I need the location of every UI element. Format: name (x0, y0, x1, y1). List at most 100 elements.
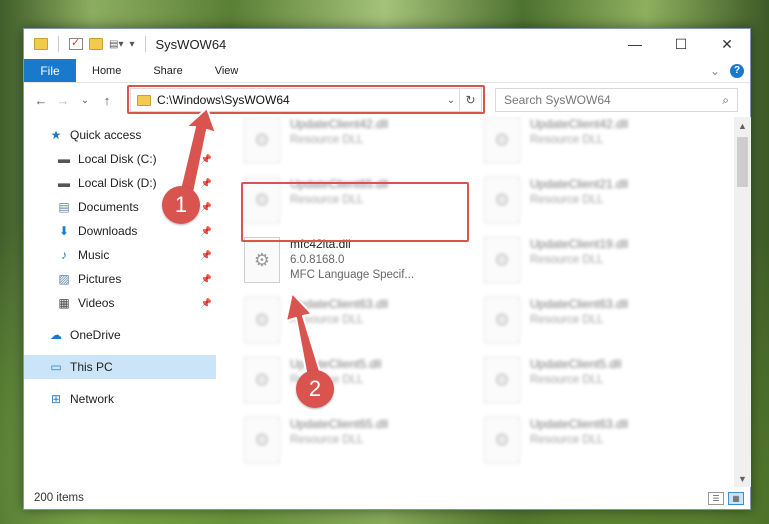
file-name: UpdateClient65.dll (290, 417, 389, 431)
sidebar-item-quick-access[interactable]: ★ Quick access (24, 123, 216, 147)
file-item[interactable]: ⚙ UpdateClient19.dll Resource DLL (484, 233, 704, 291)
file-description: Resource DLL (530, 134, 604, 146)
scrollbar-thumb[interactable] (737, 137, 748, 187)
toolbar-dropdown-icon[interactable]: ▾ (129, 39, 134, 50)
sidebar-item-label: Local Disk (C:) (78, 152, 157, 166)
scroll-down-icon[interactable]: ▼ (734, 470, 751, 487)
drive-icon: ▬ (58, 176, 70, 190)
large-icons-view-icon[interactable]: ▦ (728, 491, 744, 505)
videos-icon: ▦ (58, 296, 70, 310)
music-icon: ♪ (61, 248, 67, 262)
tab-share[interactable]: Share (137, 59, 198, 82)
tab-file[interactable]: File (24, 59, 76, 82)
file-item[interactable]: ⚙ UpdateClient63.dll Resource DLL (244, 293, 464, 351)
file-meta: UpdateClient63.dll Resource DLL (530, 413, 628, 446)
title-bar: ▤▾ ▾ SysWOW64 — ☐ ✕ (24, 29, 750, 59)
sidebar-item-onedrive[interactable]: ☁ OneDrive (24, 323, 216, 347)
file-item[interactable]: ⚙ UpdateClient21.dll Resource DLL (484, 173, 704, 231)
dll-file-icon: ⚙ (244, 237, 280, 283)
file-description: Resource DLL (530, 254, 604, 266)
sidebar-item-this-pc[interactable]: ▭ This PC (24, 355, 216, 379)
sidebar-item-label: Videos (78, 296, 115, 310)
pin-icon[interactable]: 📌 (201, 250, 212, 261)
pin-icon[interactable]: 📌 (201, 202, 212, 213)
sidebar-item-label: Network (70, 392, 115, 406)
back-button[interactable]: ← (30, 93, 52, 108)
documents-icon: ▤ (58, 200, 70, 214)
dll-file-icon: ⚙ (244, 117, 280, 163)
file-list: ⚙ UpdateClient42.dll Resource DLL ⚙ UpdateCl… (229, 117, 734, 487)
ribbon-right: ⌄ ? (710, 59, 750, 82)
download-icon: ⬇ (58, 224, 70, 238)
sidebar-item-music[interactable]: ♪ Music 📌 (24, 243, 216, 267)
scroll-up-icon[interactable]: ▲ (734, 117, 751, 134)
file-description: 6.0.8168.0 (290, 254, 345, 266)
quick-access-toolbar: ▤▾ ▾ (24, 36, 150, 52)
file-item[interactable]: ⚙UpdateClient5.dllResource DLL (484, 353, 704, 411)
file-meta: UpdateClient42.dll Resource DLL (290, 117, 388, 146)
search-icon[interactable]: ⌕ (722, 93, 729, 108)
sidebar-item-label: Downloads (78, 224, 138, 238)
pin-icon[interactable]: 📌 (201, 178, 212, 189)
minimize-button[interactable]: — (612, 29, 658, 59)
window-controls: — ☐ ✕ (612, 29, 750, 59)
file-name: UpdateClient42.dll (530, 117, 629, 131)
properties-icon[interactable] (69, 36, 83, 50)
file-name: UpdateClient19.dll (530, 237, 629, 251)
file-item[interactable]: ⚙ UpdateClient65.dll Resource DLL (244, 413, 464, 471)
explorer-window: ▤▾ ▾ SysWOW64 — ☐ ✕ File Home Share View… (23, 28, 751, 510)
navigation-bar: ← → ⌄ ↑ C:\Windows\SysWOW64 ⌄ ↻ Search S… (24, 83, 750, 117)
view-switcher: ☰ ▦ (708, 491, 750, 505)
file-meta: UpdateClient42.dll Resource DLL (530, 117, 628, 146)
tab-home[interactable]: Home (76, 59, 137, 82)
file-name: UpdateClient63.dll (530, 297, 629, 311)
file-description: Resource DLL (530, 314, 604, 326)
forward-button[interactable]: → (52, 93, 74, 108)
file-item[interactable]: ⚙UpdateClient5.dllResource DLL (244, 353, 464, 411)
file-highlight-box (241, 182, 469, 242)
file-item[interactable]: ⚙ UpdateClient63.dll Resource DLL (484, 413, 704, 471)
file-name: UpdateClient21.dll (530, 177, 629, 191)
new-folder-icon[interactable] (89, 38, 103, 50)
pin-icon[interactable]: 📌 (201, 226, 212, 237)
pin-icon[interactable]: 📌 (201, 298, 212, 309)
details-view-icon[interactable]: ☰ (708, 491, 724, 505)
network-icon: ⊞ (50, 392, 62, 406)
computer-icon: ▭ (50, 360, 62, 374)
sidebar-item-videos[interactable]: ▦ Videos 📌 (24, 291, 216, 315)
help-icon[interactable]: ? (730, 63, 744, 78)
pin-icon[interactable]: 📌 (201, 154, 212, 165)
up-button[interactable]: ↑ (96, 93, 118, 108)
sidebar-item-network[interactable]: ⊞ Network (24, 387, 216, 411)
file-item[interactable]: ⚙ UpdateClient42.dll Resource DLL (244, 117, 464, 171)
tab-view[interactable]: View (199, 59, 255, 82)
close-button[interactable]: ✕ (704, 29, 750, 59)
file-meta: UpdateClient65.dll Resource DLL (290, 413, 388, 446)
search-placeholder[interactable]: Search SysWOW64 (504, 93, 611, 107)
dll-file-icon: ⚙ (484, 297, 520, 343)
address-highlight-box (127, 85, 485, 114)
vertical-scrollbar[interactable]: ▲ ▼ (734, 117, 751, 487)
maximize-button[interactable]: ☐ (658, 29, 704, 59)
file-item[interactable]: ⚙ UpdateClient42.dll Resource DLL (484, 117, 704, 171)
sidebar-item-label: This PC (70, 360, 113, 374)
dll-file-icon: ⚙ (244, 417, 280, 463)
customize-toolbar-icon[interactable]: ▤▾ (109, 39, 123, 50)
dll-file-icon: ⚙ (484, 237, 520, 283)
pictures-icon: ▨ (58, 272, 70, 286)
ribbon-tabs: File Home Share View ⌄ ? (24, 59, 750, 83)
pin-icon[interactable]: 📌 (201, 274, 212, 285)
drive-icon: ▬ (58, 152, 70, 166)
sidebar-item-pictures[interactable]: ▨ Pictures 📌 (24, 267, 216, 291)
file-item[interactable]: ⚙ UpdateClient63.dll Resource DLL (484, 293, 704, 351)
file-description: Resource DLL (530, 194, 604, 206)
dll-file-icon: ⚙ (244, 297, 280, 343)
sidebar-item-local-disk-c[interactable]: ▬ Local Disk (C:) 📌 (24, 147, 216, 171)
file-meta: UpdateClient5.dll Resource DLL (530, 353, 621, 386)
search-box[interactable]: Search SysWOW64 ⌕ (495, 88, 738, 112)
file-name: UpdateClient5.dll (290, 357, 382, 371)
expand-ribbon-icon[interactable]: ⌄ (710, 64, 720, 78)
file-meta: UpdateClient63.dll Resource DLL (290, 293, 388, 326)
file-meta: UpdateClient21.dll Resource DLL (530, 173, 628, 206)
recent-locations-button[interactable]: ⌄ (74, 95, 96, 106)
